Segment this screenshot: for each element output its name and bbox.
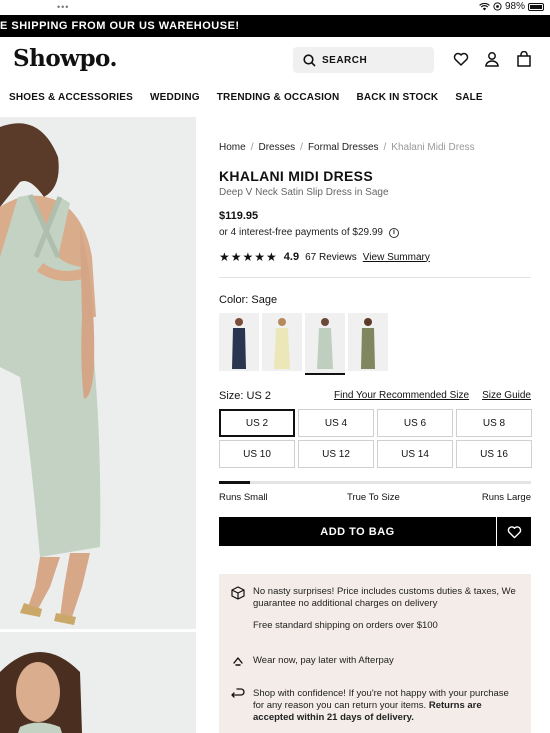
afterpay-note: Wear now, pay later with Afterpay [253,655,394,666]
return-icon [231,688,245,698]
battery-percent: 98% [504,1,525,12]
product-price: $119.95 [219,210,259,222]
model-front-illustration [0,632,196,733]
fit-scale-fill [219,481,251,484]
search-icon [303,53,316,67]
add-to-bag-button[interactable]: ADD TO BAG [219,517,496,546]
nav-item-trending-occasion[interactable]: TRENDING & OCCASION [217,85,340,111]
main-nav: SHOES & ACCESSORIES WEDDING TRENDING & O… [0,85,550,111]
product-image-main[interactable] [0,117,196,629]
size-option-us-16[interactable]: US 16 [456,440,532,468]
status-indicators: 98% [479,1,544,12]
heart-icon [507,525,521,538]
product-image-second[interactable] [0,632,196,733]
wishlist-heart-icon[interactable] [453,51,469,67]
breadcrumb: Home / Dresses / Formal Dresses / Khalani Midi… [219,142,475,153]
nav-item-wedding[interactable]: WEDDING [150,85,200,111]
star-rating-icon: ★★★★★ [219,250,278,264]
nav-item-back-in-stock[interactable]: BACK IN STOCK [356,85,438,111]
size-option-us-14[interactable]: US 14 [377,440,453,468]
add-to-wishlist-button[interactable] [497,517,531,546]
promo-text: E SHIPPING FROM OUR US WAREHOUSE! [0,20,240,32]
color-swatches [219,313,388,375]
status-bar: ••• 98% [0,0,550,14]
color-swatch-lemon[interactable] [262,313,302,371]
afterpay-icon [233,657,243,666]
size-option-us-6[interactable]: US 6 [377,409,453,437]
shipping-note: Free standard shipping on orders over $1… [253,620,438,631]
account-icon[interactable] [484,51,500,67]
rating-value: 4.9 [283,251,300,263]
view-summary-link[interactable]: View Summary [363,252,430,263]
product-subtitle: Deep V Neck Satin Slip Dress in Sage [219,187,389,198]
fit-runs-large: Runs Large [481,492,531,503]
logo[interactable]: Showpo. [13,45,118,72]
review-count[interactable]: 67 Reviews [305,252,357,263]
site-header: Showpo. SEARCH [0,37,550,85]
selected-size: US 2 [246,390,271,402]
delivery-info-panel: No nasty surprises! Price includes custo… [219,574,531,733]
search-label: SEARCH [322,54,368,66]
installment-text: or 4 interest-free payments of $29.99 [219,227,383,238]
size-option-us-10[interactable]: US 10 [219,440,295,468]
search-input[interactable]: SEARCH [293,47,434,73]
size-option-us-2[interactable]: US 2 [219,409,295,437]
product-title: KHALANI MIDI DRESS [219,168,373,184]
review-summary: ★★★★★ 4.9 67 Reviews View Summary [219,250,430,264]
breadcrumb-home[interactable]: Home [219,142,246,153]
divider [219,277,531,278]
size-guide-link[interactable]: Size Guide [482,390,531,401]
model-back-illustration [0,117,196,629]
breadcrumb-current: Khalani Midi Dress [391,142,475,153]
promo-banner[interactable]: E SHIPPING FROM OUR US WAREHOUSE! [0,15,550,37]
fit-runs-small: Runs Small [219,492,268,503]
size-label: Size: US 2 [219,390,271,402]
fit-true-to-size: True To Size [347,492,400,503]
nav-item-sale[interactable]: SALE [455,85,482,111]
box-icon [231,586,245,600]
selected-color: Sage [251,294,278,306]
color-swatch-olive[interactable] [348,313,388,371]
color-swatch-navy[interactable] [219,313,259,371]
location-icon [493,2,502,11]
breadcrumb-formal-dresses[interactable]: Formal Dresses [308,142,379,153]
color-swatch-sage[interactable] [305,313,345,375]
size-grid: US 2 US 4 US 6 US 8 US 10 US 12 US 14 US… [219,409,532,468]
returns-note: Shop with confidence! If you're not happ… [253,688,518,724]
wifi-icon [479,2,490,10]
size-option-us-8[interactable]: US 8 [456,409,532,437]
multitask-dots-icon[interactable]: ••• [57,3,69,12]
bag-icon[interactable] [516,51,532,67]
find-size-link[interactable]: Find Your Recommended Size [334,390,469,401]
customs-note: No nasty surprises! Price includes custo… [253,586,516,609]
info-icon[interactable]: i [388,227,399,238]
color-label: Color: Sage [219,294,278,306]
size-option-us-12[interactable]: US 12 [298,440,374,468]
breadcrumb-dresses[interactable]: Dresses [258,142,295,153]
fit-scale-bar [219,481,531,484]
nav-item-shoes-accessories[interactable]: SHOES & ACCESSORIES [9,85,133,111]
battery-icon [528,2,544,11]
installment-info: or 4 interest-free payments of $29.99 i [219,227,399,238]
size-option-us-4[interactable]: US 4 [298,409,374,437]
